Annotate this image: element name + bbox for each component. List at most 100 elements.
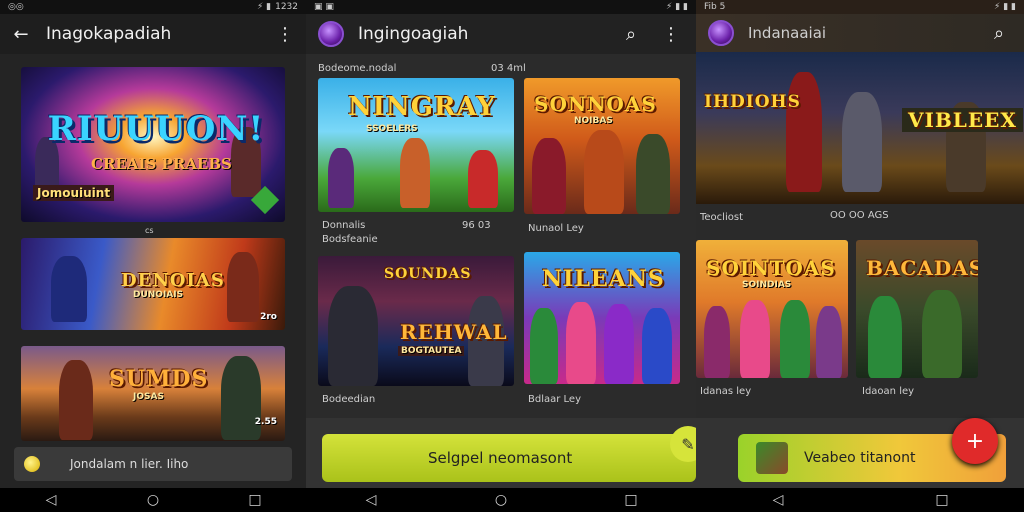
- game-subtitle: SSOELERS: [366, 124, 418, 134]
- character-figure: [642, 308, 672, 384]
- coin-icon: [24, 456, 40, 472]
- game-title: SONNOAS: [534, 92, 657, 116]
- app-bar: ← Inagokapadiah ⋮: [0, 14, 306, 54]
- recents-icon[interactable]: □: [619, 492, 643, 508]
- app-title: Indanaaiai: [748, 24, 827, 42]
- character-figure: [468, 150, 498, 208]
- app-title: Inagokapadiah: [46, 24, 172, 44]
- character-figure: [922, 290, 962, 378]
- game-thumbnail: [756, 442, 788, 474]
- character-figure: [221, 356, 261, 440]
- character-figure: [816, 306, 842, 378]
- character-figure: [786, 72, 822, 192]
- game-title: IHDIOHS: [704, 92, 801, 112]
- more-vert-icon[interactable]: ⋮: [272, 21, 298, 47]
- game-name: Teocliost: [700, 212, 743, 223]
- status-bar: ▣ ▣ ⚡ ▮ ▮: [306, 0, 696, 14]
- more-vert-icon[interactable]: ⋮: [658, 21, 684, 47]
- game-card[interactable]: SOUNDAS REHWAL BOGTAUTEA: [318, 256, 514, 386]
- card-number: 2ro: [260, 312, 277, 322]
- game-title: NINGRAY: [348, 92, 496, 122]
- character-figure: [328, 148, 354, 208]
- game-card[interactable]: NILEANS: [524, 252, 680, 384]
- game-stat: OO OO AGS: [830, 210, 889, 221]
- app-bar: Indanaaiai ⌕: [696, 14, 1024, 52]
- game-subtitle: DUNOIAIS: [133, 290, 184, 300]
- game-title: RIUUUON!: [47, 109, 265, 149]
- bottom-bar-text: Jondalam n lier. Iiho: [70, 457, 189, 471]
- game-price: 96 03: [462, 220, 491, 231]
- game-card[interactable]: NINGRAY SSOELERS: [318, 78, 514, 212]
- character-figure: [532, 138, 566, 214]
- app-bar: Ingingoagiah ⌕ ⋮: [306, 14, 696, 54]
- game-card[interactable]: SUMDS JOSAS 2.55: [21, 346, 285, 441]
- featured-banner[interactable]: IHDIOHS VIBLEEX: [696, 52, 1024, 204]
- search-icon[interactable]: ⌕: [986, 20, 1012, 46]
- status-icons-left: ◎◎: [8, 2, 24, 12]
- game-title: DENOIAS: [121, 270, 225, 291]
- primary-cta-button[interactable]: Selgpel neomasont: [322, 434, 696, 482]
- character-figure: [780, 300, 810, 378]
- android-back-icon[interactable]: ◁: [359, 492, 383, 508]
- game-title: SOINTOAS: [706, 256, 836, 280]
- game-subtitle: REHWAL: [400, 320, 508, 344]
- character-figure: [400, 138, 430, 208]
- bottom-bar[interactable]: Jondalam n lier. Iiho: [14, 447, 292, 481]
- game-title: BACADAS: [866, 256, 978, 280]
- cta-label: Selgpel neomasont: [428, 449, 573, 467]
- status-carrier: Fib 5: [704, 2, 726, 12]
- section-value: 03 4ml: [491, 63, 526, 74]
- plus-icon[interactable]: +: [952, 418, 998, 464]
- game-title: SOUNDAS: [384, 266, 472, 282]
- character-figure: [868, 296, 902, 378]
- recents-icon[interactable]: □: [243, 492, 267, 508]
- game-subtitle: VIBLEEX: [902, 108, 1023, 132]
- game-subtitle: NOIBAS: [574, 116, 613, 126]
- back-arrow-icon[interactable]: ←: [8, 21, 34, 47]
- cta-label: Veabeo titanont: [804, 450, 916, 466]
- recents-icon[interactable]: □: [930, 492, 954, 508]
- character-figure: [636, 134, 670, 214]
- avatar[interactable]: [708, 20, 734, 46]
- character-figure: [59, 360, 93, 440]
- android-nav-bar: ◁ □: [696, 488, 1024, 512]
- game-card[interactable]: SOINTOAS SOINDIAS: [696, 240, 848, 378]
- game-card[interactable]: RIUUUON! CREAIS PRAEBS Jomouiuint: [21, 67, 285, 222]
- android-back-icon[interactable]: ◁: [39, 492, 63, 508]
- character-figure: [227, 252, 259, 322]
- character-figure: [584, 130, 624, 214]
- status-icons-right: ⚡ ▮ 1232: [256, 2, 298, 12]
- android-nav-bar: ◁ ○ □: [0, 488, 306, 512]
- character-figure: [704, 306, 730, 378]
- android-back-icon[interactable]: ◁: [766, 492, 790, 508]
- game-subtitle: JOSAS: [133, 392, 164, 402]
- status-icons-left: ▣ ▣: [314, 2, 334, 12]
- game-subtitle: SOINDIAS: [742, 280, 792, 290]
- game-name: Idanas ley: [700, 386, 752, 397]
- status-bar: ◎◎ ⚡ ▮ 1232: [0, 0, 306, 14]
- screen-3: Fib 5 ⚡ ▮ ▮ Indanaaiai ⌕ IHDIOHS VIBLEEX…: [696, 0, 1024, 512]
- status-icons-right: ⚡ ▮ ▮: [666, 2, 688, 12]
- character-figure: [51, 256, 87, 322]
- section-label: Bodeome.nodal: [318, 63, 397, 74]
- status-time: 1232: [275, 2, 298, 12]
- game-title: SUMDS: [109, 366, 209, 392]
- search-icon[interactable]: ⌕: [618, 21, 644, 47]
- game-card[interactable]: BACADAS: [856, 240, 978, 378]
- game-badge: Jomouiuint: [33, 185, 115, 201]
- avatar[interactable]: [318, 21, 344, 47]
- status-bar: Fib 5 ⚡ ▮ ▮: [696, 0, 1024, 14]
- game-subtitle: CREAIS PRAEBS: [91, 155, 232, 173]
- character-figure: [604, 304, 634, 384]
- character-figure: [566, 302, 596, 384]
- character-figure: [328, 286, 378, 386]
- screen-2: ▣ ▣ ⚡ ▮ ▮ Ingingoagiah ⌕ ⋮ Bodeome.nodal…: [306, 0, 696, 512]
- game-card[interactable]: DENOIAS DUNOIAIS 2ro: [21, 238, 285, 330]
- game-name: Nunaol Ley: [528, 223, 584, 234]
- game-name: Idaoan ley: [862, 386, 915, 397]
- status-icons-right: ⚡ ▮ ▮: [994, 2, 1016, 12]
- game-card[interactable]: SONNOAS NOIBAS: [524, 78, 680, 214]
- home-icon[interactable]: ○: [141, 492, 165, 508]
- home-icon[interactable]: ○: [489, 492, 513, 508]
- game-developer: Bodsfeanie: [322, 234, 378, 245]
